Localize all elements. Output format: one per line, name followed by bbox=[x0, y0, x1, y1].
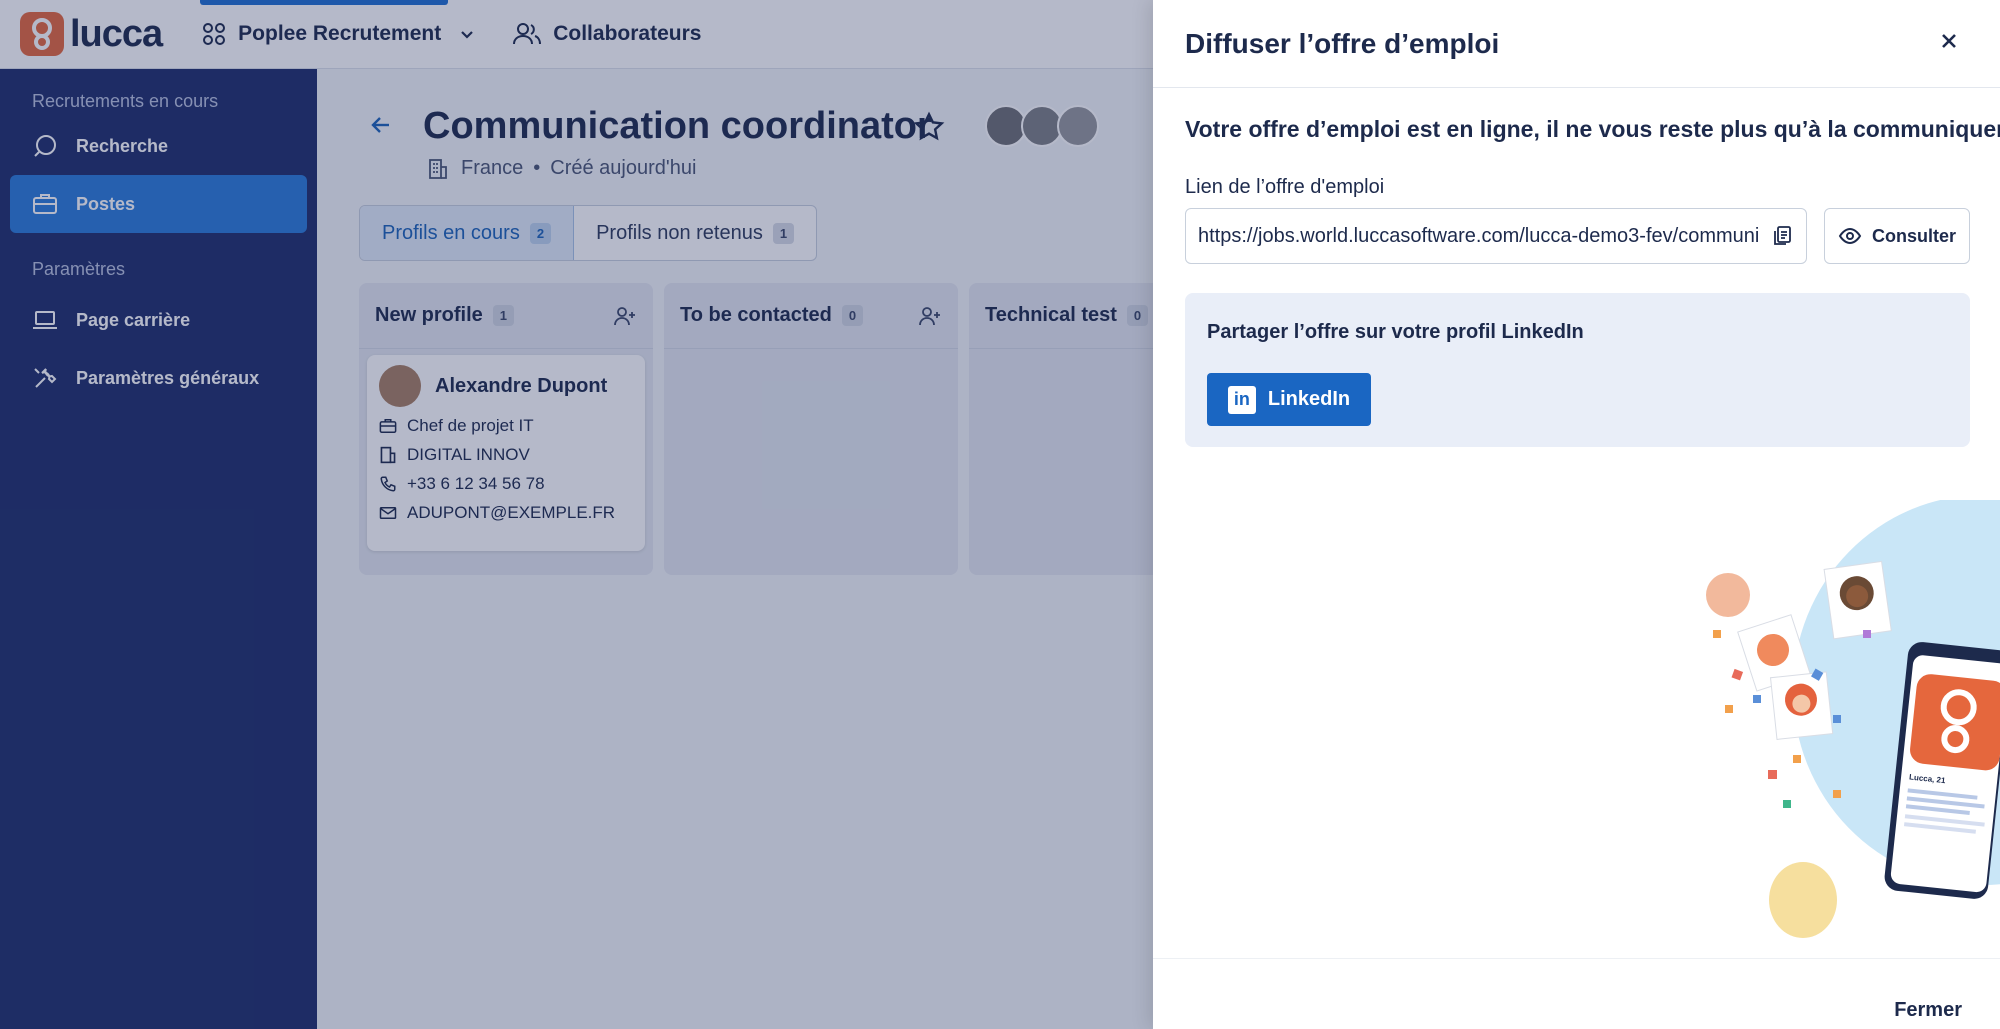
panel-title: Diffuser l’offre d’emploi bbox=[1185, 27, 1500, 59]
linkedin-button[interactable]: in LinkedIn bbox=[1207, 373, 1371, 426]
consult-button[interactable]: Consulter bbox=[1824, 208, 1970, 264]
recruitment-illustration: Lucca, 21 bbox=[1706, 500, 2000, 938]
job-link-label: Lien de l’offre d'emploi bbox=[1185, 176, 1385, 198]
copy-icon[interactable] bbox=[1770, 224, 1794, 248]
share-job-panel: Diffuser l’offre d’emploi Votre offre d’… bbox=[1153, 0, 2000, 1029]
linkedin-icon: in bbox=[1227, 385, 1256, 414]
panel-heading: Votre offre d’emploi est en ligne, il ne… bbox=[1185, 116, 2000, 142]
consult-label: Consulter bbox=[1871, 225, 1956, 246]
linkedin-label: LinkedIn bbox=[1267, 388, 1351, 410]
eye-icon bbox=[1838, 227, 1862, 245]
panel-header: Diffuser l’offre d’emploi bbox=[1153, 0, 2000, 88]
fermer-button[interactable]: Fermer bbox=[1894, 999, 1962, 1022]
modal-backdrop[interactable] bbox=[0, 0, 1153, 1029]
share-title: Partager l’offre sur votre profil Linked… bbox=[1207, 321, 1584, 343]
close-icon[interactable] bbox=[1938, 30, 1960, 52]
job-link-input[interactable] bbox=[1198, 224, 1758, 248]
panel-footer: Fermer bbox=[1153, 958, 2000, 1029]
job-link-field[interactable] bbox=[1185, 208, 1807, 264]
linkedin-share-box: Partager l’offre sur votre profil Linked… bbox=[1185, 293, 1970, 447]
